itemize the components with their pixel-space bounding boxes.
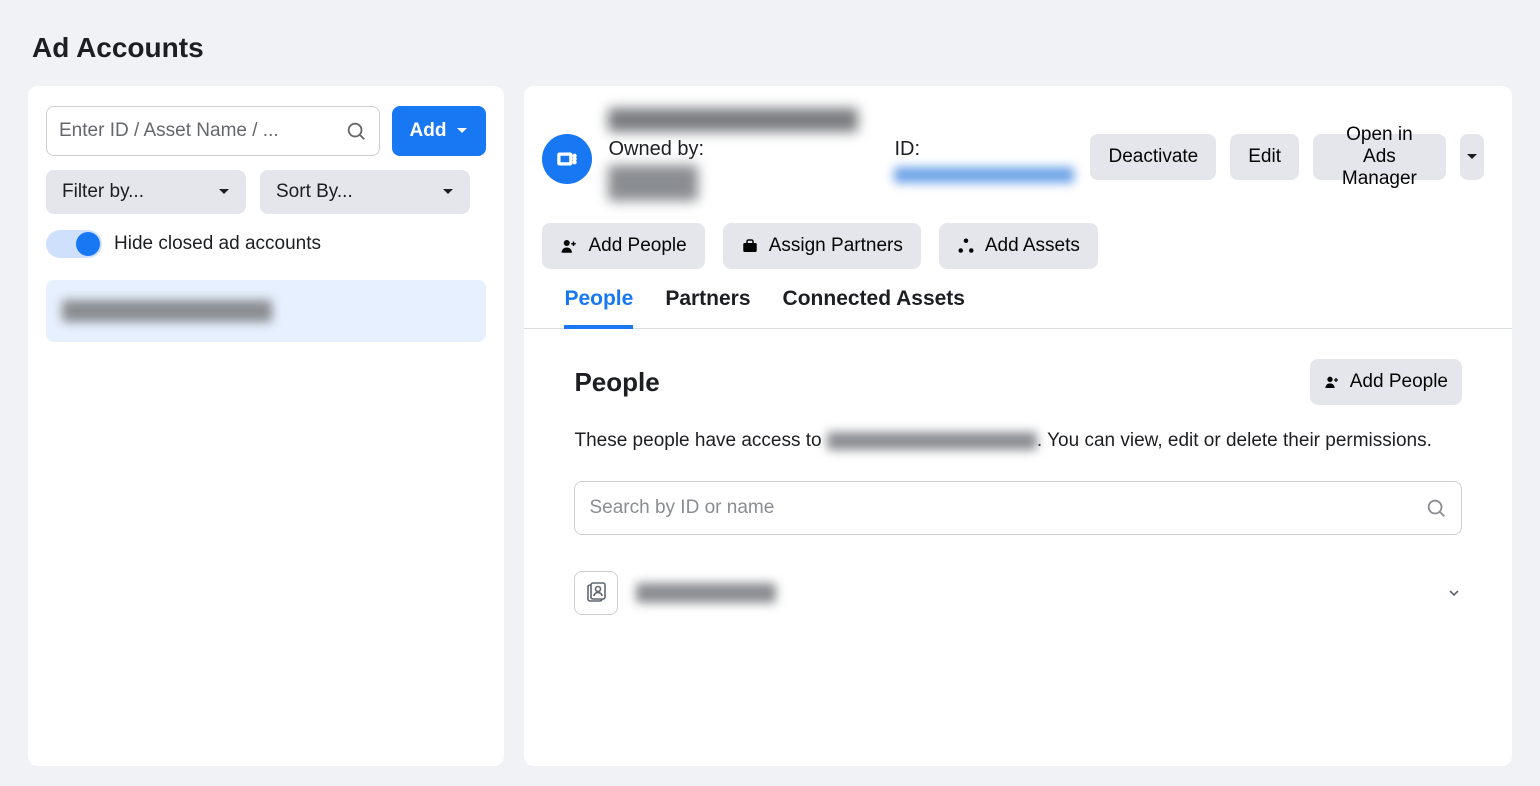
account-name-redacted	[608, 108, 858, 132]
person-name-redacted	[636, 583, 776, 603]
assign-partners-label: Assign Partners	[769, 235, 903, 257]
caret-down-icon	[442, 186, 454, 198]
tab-partners[interactable]: Partners	[665, 287, 750, 329]
add-person-icon	[560, 237, 578, 255]
page-title: Ad Accounts	[28, 0, 1512, 86]
add-people-label: Add People	[1350, 371, 1448, 393]
detail-tabs: People Partners Connected Assets	[524, 269, 1512, 329]
add-assets-label: Add Assets	[985, 235, 1080, 257]
account-name-redacted	[62, 300, 272, 322]
person-avatar-icon	[574, 571, 618, 615]
person-row[interactable]	[574, 565, 1462, 621]
add-people-button[interactable]: Add People	[542, 223, 704, 269]
more-actions-button[interactable]	[1460, 134, 1484, 180]
hide-closed-toggle[interactable]	[46, 230, 102, 258]
search-icon	[1425, 497, 1447, 519]
filter-dropdown[interactable]: Filter by...	[46, 170, 246, 214]
add-account-button[interactable]: Add	[392, 106, 487, 156]
add-person-icon	[1324, 374, 1340, 390]
accounts-sidebar: Add Filter by... Sort By... Hide cl	[28, 86, 504, 766]
id-label: ID:	[894, 138, 1074, 161]
account-detail-panel: Owned by: ID: Deactivate Edit Open in Ad…	[524, 86, 1512, 766]
account-search-input[interactable]	[59, 120, 345, 142]
search-icon	[345, 120, 367, 142]
deactivate-button[interactable]: Deactivate	[1090, 134, 1216, 180]
caret-down-icon	[456, 125, 468, 137]
assign-partners-button[interactable]: Assign Partners	[723, 223, 921, 269]
tab-people[interactable]: People	[564, 287, 633, 329]
open-ads-manager-button[interactable]: Open in Ads Manager	[1313, 134, 1446, 180]
owned-by-label: Owned by:	[608, 138, 858, 161]
hide-closed-label: Hide closed ad accounts	[114, 233, 321, 255]
caret-down-icon	[218, 186, 230, 198]
account-list-item[interactable]	[46, 280, 486, 342]
account-name-redacted	[827, 432, 1037, 450]
tab-connected-assets[interactable]: Connected Assets	[783, 287, 965, 329]
edit-button[interactable]: Edit	[1230, 134, 1299, 180]
people-section-title: People	[574, 367, 659, 398]
filter-label: Filter by...	[62, 181, 144, 203]
account-search-input-wrapper[interactable]	[46, 106, 380, 156]
sort-label: Sort By...	[276, 181, 353, 203]
people-search-wrapper[interactable]	[574, 481, 1462, 535]
id-redacted	[894, 167, 1074, 183]
add-people-label: Add People	[588, 235, 686, 257]
caret-down-icon	[1466, 151, 1478, 163]
people-description: These people have access to . You can vi…	[574, 427, 1462, 455]
chevron-down-icon	[1446, 585, 1462, 601]
people-search-input[interactable]	[589, 497, 1425, 519]
toggle-knob	[76, 232, 100, 256]
add-people-button-secondary[interactable]: Add People	[1310, 359, 1462, 405]
briefcase-icon	[741, 237, 759, 255]
add-button-label: Add	[410, 120, 447, 142]
assets-icon	[957, 237, 975, 255]
add-assets-button[interactable]: Add Assets	[939, 223, 1098, 269]
sort-dropdown[interactable]: Sort By...	[260, 170, 470, 214]
owner-redacted	[608, 165, 698, 201]
account-type-icon	[542, 134, 592, 184]
